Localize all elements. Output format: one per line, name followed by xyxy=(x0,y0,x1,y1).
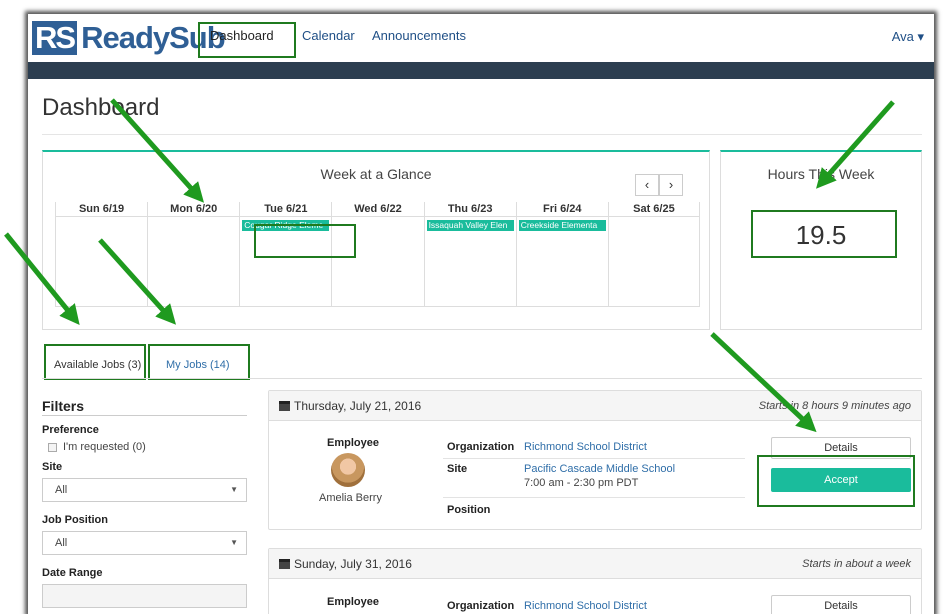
user-menu[interactable]: Ava ▾ xyxy=(892,29,924,45)
calendar-day-column: Sun 6/19 xyxy=(55,202,148,307)
employee-name: Amelia Berry xyxy=(319,492,382,504)
nav-calendar[interactable]: Calendar xyxy=(302,28,355,43)
details-button[interactable]: Details xyxy=(771,595,911,614)
calendar-day-cell[interactable] xyxy=(148,217,240,307)
prev-week-button[interactable]: ‹ xyxy=(635,174,659,196)
logo-mark: RS xyxy=(32,21,78,55)
calendar-day-header: Sun 6/19 xyxy=(56,202,148,217)
nav-announcements[interactable]: Announcements xyxy=(372,28,466,43)
hours-title: Hours This Week xyxy=(767,166,875,182)
organization-value[interactable]: Richmond School District xyxy=(524,600,647,612)
site-key: Site xyxy=(447,463,468,475)
job-card-header: Thursday, July 21, 2016 Starts in 8 hour… xyxy=(269,391,921,421)
readysub-logo[interactable]: RS ReadySub xyxy=(32,20,226,56)
calendar-day-cell[interactable] xyxy=(608,217,699,307)
row-divider xyxy=(443,497,745,498)
job-position-select-value: All xyxy=(55,537,68,549)
week-nav: ‹ › xyxy=(635,174,683,196)
row-divider xyxy=(443,458,745,459)
site-select-value: All xyxy=(55,484,68,496)
calendar-day-header: Mon 6/20 xyxy=(148,202,240,217)
job-position-label: Job Position xyxy=(42,514,108,526)
date-range-label: Date Range xyxy=(42,567,103,579)
annotation-box-hours xyxy=(751,210,897,258)
calendar-icon xyxy=(279,401,290,411)
page-title: Dashboard xyxy=(42,94,160,121)
calendar-day-header: Thu 6/23 xyxy=(424,202,516,217)
organization-label: Organization xyxy=(447,600,515,612)
next-week-button[interactable]: › xyxy=(659,174,683,196)
chevron-down-icon: ▼ xyxy=(230,485,238,494)
job-card-header: Sunday, July 31, 2016 Starts in about a … xyxy=(269,549,921,579)
calendar-day-column: Mon 6/20 xyxy=(147,202,240,307)
job-date: Sunday, July 31, 2016 xyxy=(294,557,412,571)
site-value[interactable]: Pacific Cascade Middle School xyxy=(524,463,675,475)
week-title: Week at a Glance xyxy=(320,166,432,182)
job-start-time: Starts in 8 hours 9 minutes ago xyxy=(758,400,911,412)
calendar-day-cell[interactable]: Creekside Elementa xyxy=(516,217,608,307)
annotation-box-available xyxy=(44,344,146,380)
tabs-divider xyxy=(42,378,922,379)
site-label: Site xyxy=(42,461,63,473)
requested-checkbox-row[interactable]: I'm requested (0) xyxy=(42,441,247,453)
top-navbar: RS ReadySub Dashboard Calendar Announcem… xyxy=(28,14,934,62)
filters-panel: Filters Preference I'm requested (0) Sit… xyxy=(42,398,247,608)
filters-title: Filters xyxy=(42,398,247,416)
calendar-day-column: Sat 6/25 xyxy=(607,202,700,307)
employee-label: Employee xyxy=(327,596,379,608)
organization-label: Organization xyxy=(447,441,515,453)
job-start-time: Starts in about a week xyxy=(802,558,911,570)
annotation-box-my-jobs xyxy=(148,344,250,380)
annotation-box-event xyxy=(254,224,356,258)
requested-checkbox[interactable] xyxy=(48,442,57,452)
calendar-day-header: Fri 6/24 xyxy=(516,202,608,217)
calendar-day-cell[interactable] xyxy=(56,217,148,307)
job-date: Thursday, July 21, 2016 xyxy=(294,399,422,413)
job-card: Thursday, July 21, 2016 Starts in 8 hour… xyxy=(268,390,922,530)
calendar-day-header: Wed 6/22 xyxy=(332,202,424,217)
organization-value[interactable]: Richmond School District xyxy=(524,441,647,453)
calendar-event[interactable]: Issaquah Valley Elen xyxy=(426,220,514,231)
calendar-day-header: Tue 6/21 xyxy=(240,202,332,217)
navbar-strip xyxy=(28,62,934,79)
week-calendar: Sun 6/19 Mon 6/20 Tue 6/21 Cougar Ridge Ele… xyxy=(55,202,700,307)
employee-label: Employee xyxy=(327,437,379,449)
shift-time: 7:00 am - 2:30 pm PDT xyxy=(524,477,639,489)
calendar-day-header: Sat 6/25 xyxy=(608,202,699,217)
date-range-input[interactable] xyxy=(42,584,247,608)
calendar-event[interactable]: Creekside Elementa xyxy=(518,220,606,231)
job-position-select[interactable]: All ▼ xyxy=(42,531,247,555)
calendar-day-column: Thu 6/23 Issaquah Valley Elen xyxy=(423,202,516,307)
site-select[interactable]: All ▼ xyxy=(42,478,247,502)
position-key: Position xyxy=(447,504,491,516)
calendar-day-cell[interactable]: Issaquah Valley Elen xyxy=(424,217,516,307)
employee-avatar xyxy=(331,453,365,487)
calendar-icon xyxy=(279,559,290,569)
week-at-a-glance-panel: Week at a Glance ‹ › Sun 6/19 Mon 6/20 Tue… xyxy=(42,150,710,330)
annotation-box-dashboard xyxy=(198,22,296,58)
app-window: RS ReadySub Dashboard Calendar Announcem… xyxy=(28,14,934,614)
chevron-down-icon: ▼ xyxy=(230,538,238,547)
requested-label: I'm requested (0) xyxy=(63,441,146,453)
title-divider xyxy=(42,134,922,135)
annotation-box-accept xyxy=(757,455,915,507)
job-card: Sunday, July 31, 2016 Starts in about a … xyxy=(268,548,922,614)
calendar-day-column: Fri 6/24 Creekside Elementa xyxy=(515,202,608,307)
preference-label: Preference xyxy=(42,424,99,436)
hours-panel: Hours This Week 19.5 xyxy=(720,150,922,330)
